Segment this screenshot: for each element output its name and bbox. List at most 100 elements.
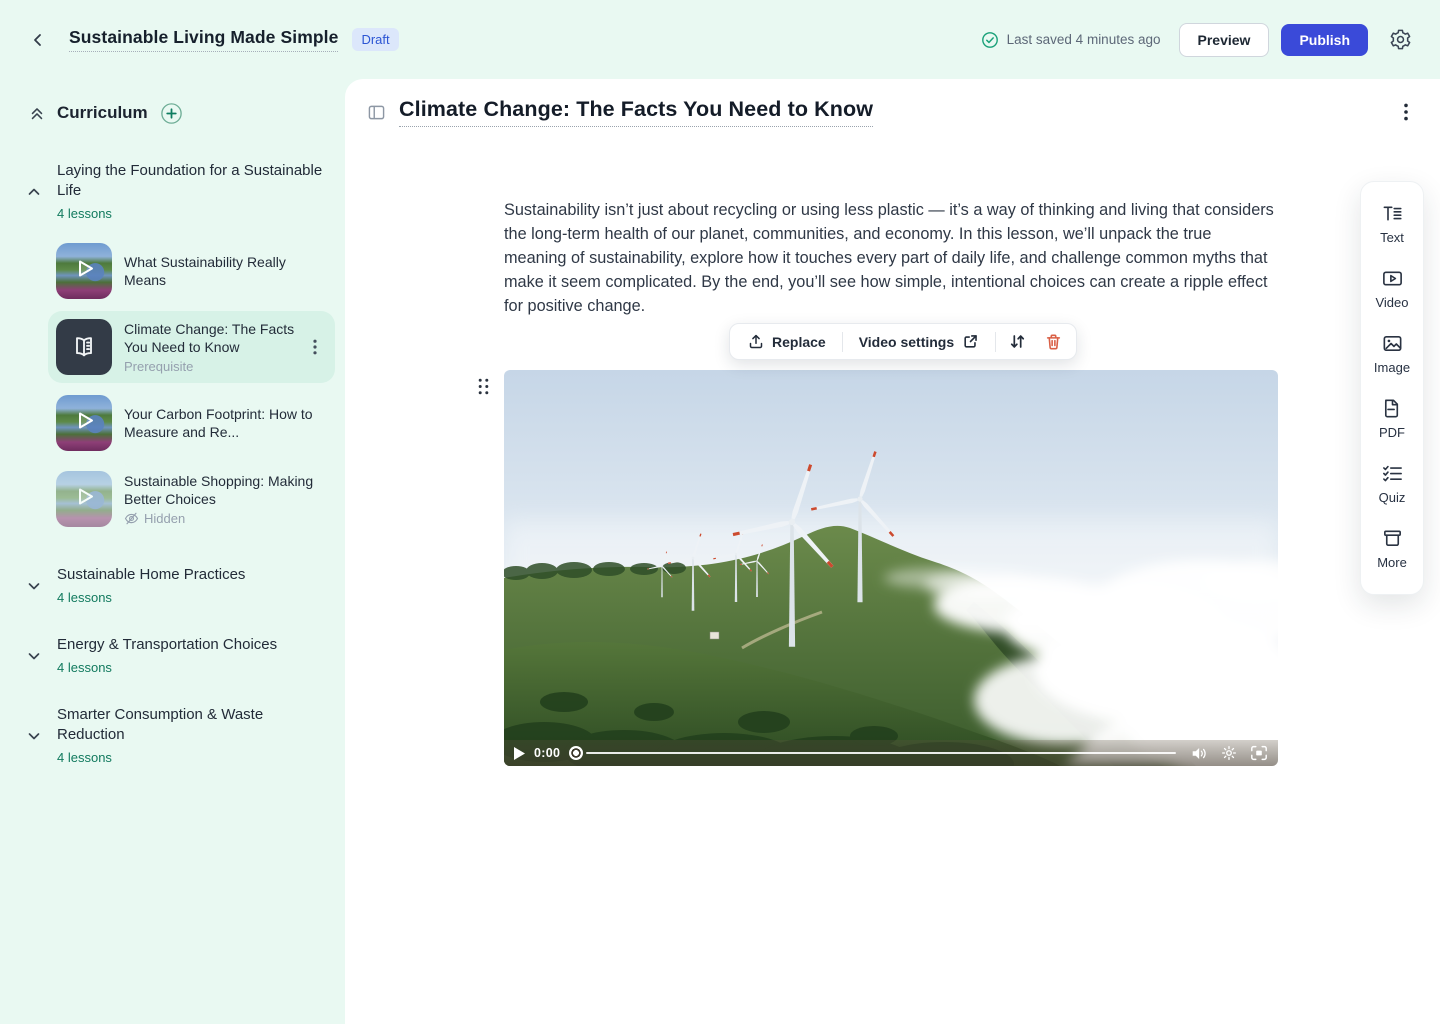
section-meta: 4 lessons — [57, 659, 323, 677]
tool-item-text[interactable]: Text — [1361, 191, 1423, 256]
play-icon — [71, 408, 97, 434]
course-title[interactable]: Sustainable Living Made Simple — [69, 27, 338, 52]
curriculum-title: Curriculum — [57, 103, 148, 123]
grip-dots-icon — [478, 378, 489, 395]
section-meta: 4 lessons — [57, 205, 323, 223]
lesson-title: Your Carbon Footprint: How to Measure an… — [124, 405, 327, 441]
add-section-button[interactable] — [160, 101, 184, 125]
settings-button[interactable] — [1384, 24, 1416, 56]
saved-status-text: Last saved 4 minutes ago — [1007, 32, 1161, 47]
video-settings-label: Video settings — [859, 334, 954, 350]
lesson-prerequisite-label: Prerequisite — [124, 359, 311, 374]
play-icon — [71, 256, 97, 282]
tool-label: More — [1377, 555, 1407, 570]
curriculum-header: Curriculum — [0, 101, 345, 125]
tool-label: Video — [1375, 295, 1408, 310]
lesson-list: What Sustainability Really Means Climate… — [0, 235, 345, 535]
quiz-icon — [1381, 462, 1404, 485]
video-frame-wind-turbines — [504, 370, 1278, 766]
play-icon — [514, 747, 525, 760]
video-settings-button[interactable]: Video settings — [849, 327, 989, 356]
back-button[interactable] — [24, 26, 52, 54]
player-settings-button[interactable] — [1221, 745, 1237, 761]
lesson-editor: Climate Change: The Facts You Need to Kn… — [345, 79, 1440, 1024]
lesson-item-sustainable-shopping[interactable]: Sustainable Shopping: Making Better Choi… — [48, 463, 335, 535]
tool-item-more[interactable]: More — [1361, 516, 1423, 581]
lesson-header: Climate Change: The Facts You Need to Kn… — [361, 97, 1420, 127]
trash-icon — [1045, 333, 1062, 351]
toolbar-divider — [842, 332, 843, 352]
video-icon — [1381, 267, 1404, 290]
video-player[interactable]: 0:00 — [504, 370, 1278, 766]
volume-icon — [1191, 746, 1208, 761]
block-drag-handle[interactable] — [475, 376, 491, 396]
tool-label: Image — [1374, 360, 1410, 375]
tool-item-video[interactable]: Video — [1361, 256, 1423, 321]
gear-icon — [1389, 28, 1412, 51]
lesson-item-climate-change[interactable]: Climate Change: The Facts You Need to Kn… — [48, 311, 335, 383]
reorder-button[interactable] — [1002, 328, 1032, 356]
lesson-item-carbon-footprint[interactable]: Your Carbon Footprint: How to Measure an… — [48, 387, 335, 459]
check-circle-icon — [981, 31, 999, 49]
lesson-item-what-sustainability[interactable]: What Sustainability Really Means — [48, 235, 335, 307]
lesson-page-title[interactable]: Climate Change: The Facts You Need to Kn… — [399, 97, 873, 127]
double-chevron-up-icon — [28, 104, 46, 122]
tool-label: Text — [1380, 230, 1404, 245]
video-controls-bar: 0:00 — [504, 740, 1278, 766]
section-meta: 4 lessons — [57, 749, 323, 767]
gear-icon — [1221, 745, 1237, 761]
chevron-down-icon — [26, 578, 42, 594]
lesson-hidden-label: Hidden — [144, 511, 185, 526]
section-header-2[interactable]: Sustainable Home Practices 4 lessons — [0, 565, 345, 607]
tool-item-image[interactable]: Image — [1361, 321, 1423, 386]
delete-block-button[interactable] — [1038, 328, 1068, 356]
publish-button[interactable]: Publish — [1281, 24, 1368, 56]
lesson-title: What Sustainability Really Means — [124, 253, 327, 289]
image-icon — [1381, 332, 1404, 355]
section-header-4[interactable]: Smarter Consumption & Waste Reduction 4 … — [0, 705, 345, 767]
chevron-left-icon — [30, 32, 46, 48]
layout-panel-icon — [367, 104, 386, 121]
tool-item-pdf[interactable]: PDF — [1361, 386, 1423, 451]
tool-label: Quiz — [1379, 490, 1406, 505]
open-book-icon — [70, 333, 98, 361]
panel-toggle-button[interactable] — [361, 97, 391, 127]
curriculum-sidebar: Curriculum Laying the Foundation for a S… — [0, 79, 345, 1024]
lesson-menu-button[interactable] — [305, 335, 325, 359]
preview-button[interactable]: Preview — [1179, 23, 1270, 57]
chevron-down-icon — [26, 648, 42, 664]
lesson-thumbnail — [56, 319, 112, 375]
section-header-1[interactable]: Laying the Foundation for a Sustainable … — [0, 161, 345, 223]
section-title: Laying the Foundation for a Sustainable … — [57, 161, 323, 201]
fullscreen-button[interactable] — [1250, 745, 1268, 761]
video-block-toolbar: Replace Video settings — [729, 323, 1077, 360]
external-link-icon — [962, 333, 979, 350]
section-title: Smarter Consumption & Waste Reduction — [57, 705, 323, 745]
status-badge: Draft — [352, 28, 398, 51]
chevron-up-icon — [26, 184, 42, 200]
lesson-thumbnail — [56, 471, 112, 527]
lesson-title: Climate Change: The Facts You Need to Kn… — [124, 320, 311, 356]
saved-status: Last saved 4 minutes ago — [981, 31, 1161, 49]
lesson-body-paragraph[interactable]: Sustainability isn’t just about recyclin… — [504, 198, 1278, 318]
scrubber-track[interactable] — [586, 752, 1176, 755]
section-title: Sustainable Home Practices — [57, 565, 323, 585]
section-header-3[interactable]: Energy & Transportation Choices 4 lesson… — [0, 635, 345, 677]
collapse-all-button[interactable] — [26, 102, 48, 124]
tool-label: PDF — [1379, 425, 1405, 440]
video-current-time: 0:00 — [534, 746, 560, 760]
tool-item-quiz[interactable]: Quiz — [1361, 451, 1423, 516]
plus-circle-icon — [160, 102, 183, 125]
volume-button[interactable] — [1191, 746, 1208, 761]
lesson-thumbnail — [56, 395, 112, 451]
play-button[interactable] — [514, 747, 525, 760]
insert-block-panel: Text Video Image PDF — [1360, 181, 1424, 595]
pdf-icon — [1381, 397, 1404, 420]
lesson-title: Sustainable Shopping: Making Better Choi… — [124, 472, 327, 508]
replace-label: Replace — [772, 334, 826, 350]
lesson-options-button[interactable] — [1392, 98, 1420, 126]
replace-button[interactable]: Replace — [738, 328, 836, 356]
more-blocks-icon — [1381, 527, 1404, 550]
scrubber-handle[interactable] — [569, 746, 583, 760]
fullscreen-icon — [1250, 745, 1268, 761]
